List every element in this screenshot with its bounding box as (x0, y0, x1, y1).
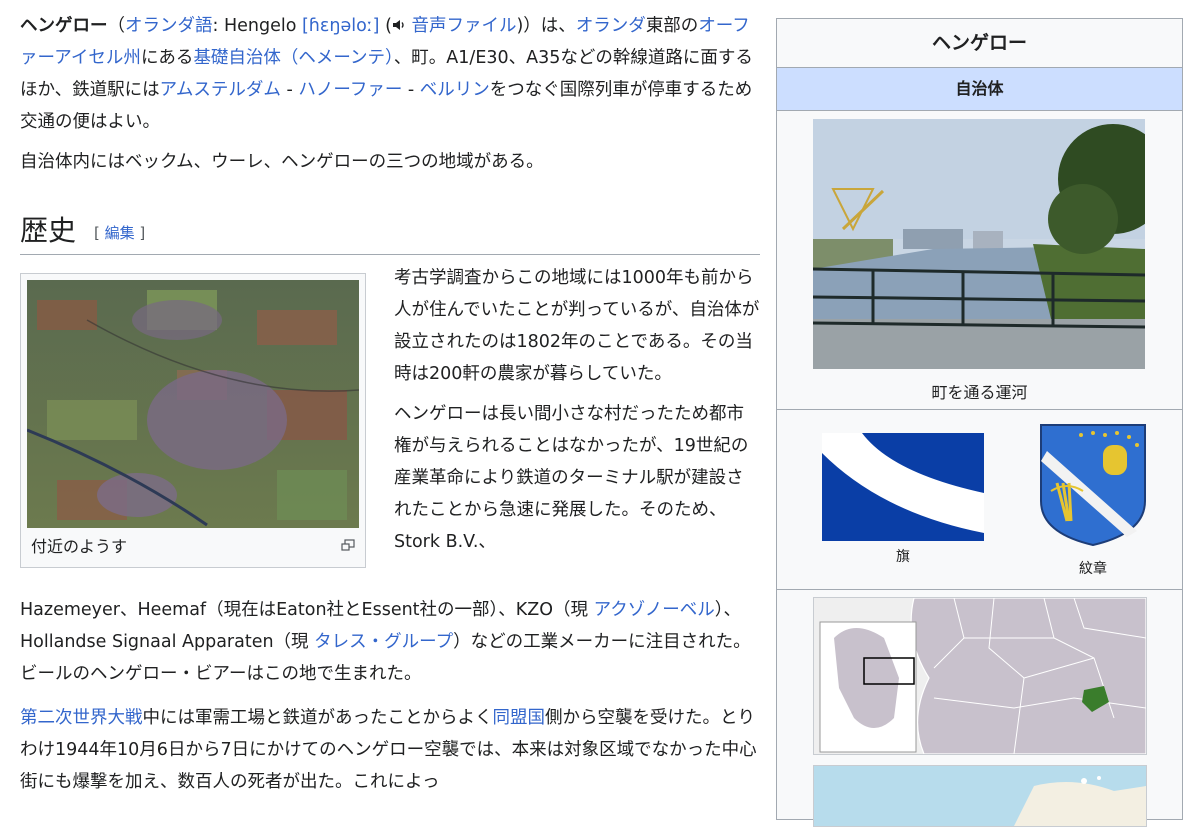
history-paragraph-2b: Hazemeyer、Heemaf（現在はEaton社とEssent社の一部）、K… (20, 594, 760, 690)
link-audio-file[interactable]: 音声ファイル (411, 16, 516, 36)
locator-map[interactable] (813, 597, 1147, 755)
flag-caption: 旗 (896, 549, 910, 565)
link-hannover[interactable]: ハノーファー (298, 80, 402, 100)
link-allies[interactable]: 同盟国 (493, 708, 546, 728)
edit-link[interactable]: 編集 (105, 224, 135, 242)
text: : Hengelo (212, 16, 302, 36)
text: 東部の (645, 16, 699, 36)
heading-text: 歴史 (20, 214, 77, 247)
districts-paragraph: 自治体内にはベックム、ウーレ、ヘンゲローの三つの地域がある。 (20, 152, 544, 172)
bracket: [ (94, 223, 105, 242)
edit-section: [ 編集 ] (94, 224, 145, 242)
enlarge-icon[interactable] (341, 536, 355, 551)
history-paragraph-1: 考古学調査からこの地域には1000年も前から人が住んでいたことが判っているが、自… (394, 268, 760, 384)
text: )）は、 (516, 16, 576, 36)
bracket: ] (134, 223, 146, 242)
history-paragraph-3: 第二次世界大戦中には軍需工場と鉄道があったことからよく同盟国側から空襲を受けた。… (20, 702, 760, 798)
text: - (280, 80, 299, 100)
article-body: ヘンゲロー（オランダ語: Hengelo [ɦɛŋəloː] ( 音声ファイル)… (20, 0, 760, 792)
link-gemeente[interactable]: 基礎自治体（ヘメーンテ） (193, 48, 393, 68)
photo-caption: 町を通る運河 (931, 383, 1028, 402)
text: Hazemeyer、Heemaf（現在はEaton社とEssent社の一部）、K… (20, 600, 594, 620)
history-float-text: 考古学調査からこの地域には1000年も前から人が住んでいたことが判っているが、自… (394, 262, 760, 558)
history-heading: 歴史 [ 編集 ] (20, 208, 760, 255)
divider (777, 409, 1182, 410)
secondary-map[interactable] (813, 765, 1147, 827)
canal-photo[interactable] (813, 119, 1145, 369)
flag-image[interactable] (822, 433, 984, 541)
article-name: ヘンゲロー (20, 16, 108, 36)
infobox-title: ヘンゲロー (931, 32, 1027, 54)
coat-of-arms-image[interactable] (1037, 421, 1149, 549)
lead-paragraph: ヘンゲロー（オランダ語: Hengelo [ɦɛŋəloː] ( 音声ファイル)… (20, 10, 760, 138)
link-thales[interactable]: タレス・グループ (314, 632, 453, 652)
link-dutch-language[interactable]: オランダ語 (125, 16, 213, 36)
text: （ (107, 16, 126, 36)
infobox-subtitle: 自治体 (777, 67, 1182, 111)
page: ヘンゲロー（オランダ語: Hengelo [ɦɛŋəloː] ( 音声ファイル)… (0, 0, 1200, 827)
speaker-icon[interactable] (392, 10, 406, 42)
infobox: ヘンゲロー 自治体 町を通る運河 旗 紋章 (776, 18, 1183, 827)
link-wwii[interactable]: 第二次世界大戦 (20, 708, 143, 728)
text: にある (140, 48, 194, 68)
text: ( (379, 16, 392, 36)
text: - (402, 80, 420, 100)
text: 中には軍需工場と鉄道があったことからよく (142, 708, 493, 728)
coa-caption: 紋章 (1079, 561, 1107, 577)
link-berlin[interactable]: ベルリン (420, 80, 490, 100)
satellite-thumbnail: 付近のようす (20, 273, 366, 568)
history-paragraph-2a: ヘンゲローは長い間小さな村だったため都市権が与えられることはなかったが、19世紀… (394, 404, 749, 552)
divider (777, 589, 1182, 590)
link-akzonobel[interactable]: アクゾノーベル (594, 600, 715, 620)
thumb-caption: 付近のようす (31, 537, 128, 556)
satellite-image[interactable] (27, 280, 359, 528)
link-netherlands[interactable]: オランダ (576, 16, 646, 36)
link-amsterdam[interactable]: アムステルダム (160, 80, 281, 100)
link-ipa[interactable]: [ɦɛŋəloː] (302, 16, 380, 36)
